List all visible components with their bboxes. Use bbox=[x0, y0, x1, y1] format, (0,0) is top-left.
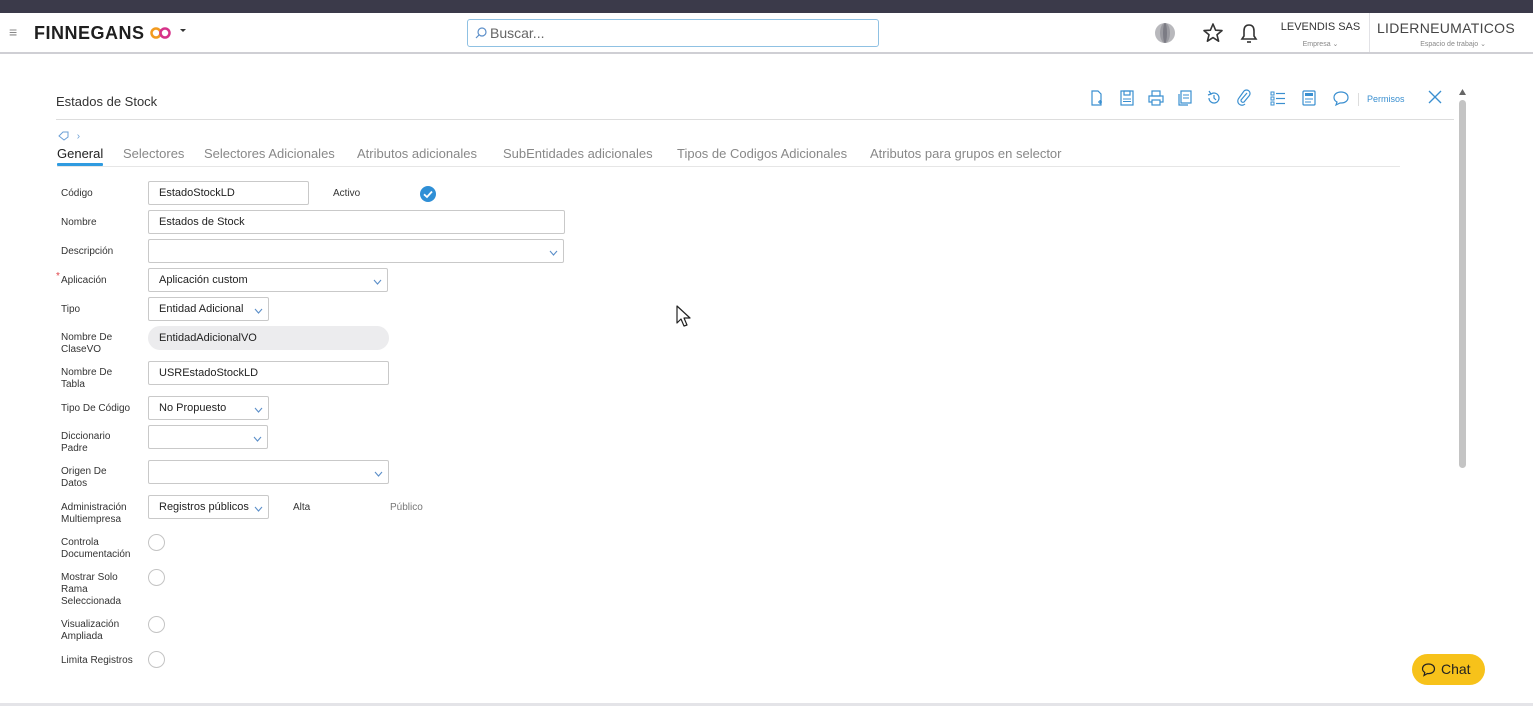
workspace-name: LIDERNEUMATICOS bbox=[1376, 20, 1516, 36]
origen-datos-select[interactable] bbox=[148, 460, 389, 484]
tipo-select[interactable]: Entidad Adicional bbox=[148, 297, 269, 321]
origen-datos-label: Origen De Datos bbox=[61, 466, 107, 489]
controla-documentacion-checkbox[interactable] bbox=[148, 534, 165, 551]
tab-selectores[interactable]: Selectores bbox=[123, 146, 184, 161]
tipo-label: Tipo bbox=[61, 304, 81, 315]
chevron-down-icon bbox=[373, 279, 382, 285]
chat-label: Chat bbox=[1441, 661, 1471, 677]
save-icon[interactable] bbox=[1118, 89, 1136, 107]
aplicacion-select[interactable]: Aplicación custom bbox=[148, 268, 388, 292]
mostrar-solo-rama-label: Mostrar Solo Rama Seleccionada bbox=[61, 572, 122, 607]
descripcion-label: Descripción bbox=[61, 246, 114, 257]
attachment-icon[interactable] bbox=[1235, 89, 1253, 107]
star-icon[interactable] bbox=[1201, 21, 1225, 45]
menu-icon[interactable]: ≡ bbox=[9, 24, 17, 40]
tab-atributos-adicionales[interactable]: Atributos adicionales bbox=[357, 146, 477, 161]
tipo-codigo-select[interactable]: No Propuesto bbox=[148, 396, 269, 420]
aplicacion-label: Aplicación bbox=[61, 275, 107, 286]
administracion-label: Administración Multiempresa bbox=[61, 502, 127, 525]
diccionario-padre-select[interactable] bbox=[148, 425, 268, 449]
tipo-codigo-value: No Propuesto bbox=[159, 402, 227, 414]
notes-icon[interactable] bbox=[1300, 89, 1318, 107]
visualizacion-ampliada-checkbox[interactable] bbox=[148, 616, 165, 633]
global-search[interactable] bbox=[467, 19, 879, 47]
top-window-strip bbox=[0, 0, 1533, 13]
scroll-up-arrow-icon[interactable] bbox=[1458, 88, 1467, 96]
nombre-label: Nombre bbox=[61, 217, 97, 228]
mouse-cursor-icon bbox=[676, 305, 691, 327]
tab-atributos-grupos-selector[interactable]: Atributos para grupos en selector bbox=[870, 146, 1062, 161]
chevron-down-icon bbox=[549, 250, 558, 256]
chevron-down-icon[interactable] bbox=[178, 25, 188, 35]
app-header: ≡ FINNEGANS LEVENDIS SAS Empresa ⌄ LIDER… bbox=[0, 13, 1533, 54]
breadcrumb: › bbox=[57, 131, 80, 142]
limita-registros-label: Limita Registros bbox=[61, 655, 133, 666]
tab-selectores-adicionales[interactable]: Selectores Adicionales bbox=[204, 146, 335, 161]
new-document-icon[interactable] bbox=[1088, 89, 1106, 107]
assistant-orb-icon[interactable] bbox=[1153, 21, 1177, 45]
nombre-tabla-label: Nombre De Tabla bbox=[61, 367, 113, 390]
page-title: Estados de Stock bbox=[56, 94, 158, 109]
codigo-field[interactable]: EstadoStockLD bbox=[148, 181, 309, 205]
print-icon[interactable] bbox=[1147, 89, 1165, 107]
codigo-label: Código bbox=[61, 188, 93, 199]
logo-mark-icon bbox=[150, 27, 171, 39]
chevron-down-icon bbox=[254, 308, 263, 314]
breadcrumb-chevron-icon: › bbox=[76, 131, 81, 142]
company-name: LEVENDIS SAS bbox=[1280, 21, 1361, 33]
checklist-icon[interactable] bbox=[1269, 89, 1287, 107]
vertical-scrollbar[interactable] bbox=[1458, 88, 1467, 702]
nombre-tabla-field[interactable]: USREstadoStockLD bbox=[148, 361, 389, 385]
bell-icon[interactable] bbox=[1237, 21, 1261, 45]
administracion-select[interactable]: Registros públicos bbox=[148, 495, 269, 519]
tab-general[interactable]: General bbox=[57, 146, 104, 166]
tipo-value: Entidad Adicional bbox=[159, 303, 244, 315]
company-selector[interactable]: LEVENDIS SAS Empresa ⌄ bbox=[1272, 13, 1370, 52]
controla-documentacion-label: Controla Documentación bbox=[61, 537, 131, 560]
chat-button[interactable]: Chat bbox=[1412, 654, 1485, 685]
search-icon bbox=[475, 27, 487, 39]
publico-label: Público bbox=[390, 502, 423, 513]
administracion-value: Registros públicos bbox=[159, 501, 249, 513]
copy-icon[interactable] bbox=[1176, 89, 1194, 107]
form-tabs: General Selectores Selectores Adicionale… bbox=[57, 146, 1400, 167]
aplicacion-value: Aplicación custom bbox=[159, 274, 248, 286]
app-logo[interactable]: FINNEGANS bbox=[34, 23, 145, 44]
nombre-field[interactable]: Estados de Stock bbox=[148, 210, 565, 234]
chat-bubble-icon bbox=[1421, 663, 1436, 677]
tab-subentidades-adicionales[interactable]: SubEntidades adicionales bbox=[503, 146, 653, 161]
workspace-label: Espacio de trabajo ⌄ bbox=[1420, 41, 1486, 48]
diccionario-padre-label: Diccionario Padre bbox=[61, 431, 111, 454]
chevron-down-icon bbox=[253, 436, 262, 442]
tipo-codigo-label: Tipo De Código bbox=[61, 403, 131, 414]
activo-checkbox[interactable] bbox=[420, 186, 436, 202]
required-marker: * bbox=[56, 271, 60, 282]
scroll-thumb[interactable] bbox=[1459, 100, 1466, 468]
permissions-link[interactable]: Permisos bbox=[1358, 93, 1405, 106]
tab-tipos-codigos-adicionales[interactable]: Tipos de Codigos Adicionales bbox=[677, 146, 847, 161]
alta-label: Alta bbox=[293, 502, 311, 513]
descripcion-select[interactable] bbox=[148, 239, 564, 263]
workspace-selector[interactable]: LIDERNEUMATICOS Espacio de trabajo ⌄ bbox=[1372, 13, 1520, 52]
visualizacion-ampliada-label: Visualización Ampliada bbox=[61, 619, 120, 642]
history-icon[interactable] bbox=[1205, 89, 1223, 107]
tag-icon[interactable] bbox=[57, 131, 71, 141]
comment-icon[interactable] bbox=[1332, 89, 1350, 107]
title-divider bbox=[56, 119, 1454, 120]
company-label: Empresa ⌄ bbox=[1302, 41, 1339, 48]
chevron-down-icon bbox=[254, 506, 263, 512]
chevron-down-icon bbox=[374, 471, 383, 477]
mostrar-solo-rama-checkbox[interactable] bbox=[148, 569, 165, 586]
activo-label: Activo bbox=[333, 188, 361, 199]
nombre-clasevo-label: Nombre De ClaseVO bbox=[61, 332, 113, 355]
chevron-down-icon bbox=[254, 407, 263, 413]
limita-registros-checkbox[interactable] bbox=[148, 651, 165, 668]
nombre-clasevo-field: EntidadAdicionalVO bbox=[148, 326, 389, 350]
search-input[interactable] bbox=[490, 23, 870, 43]
close-icon[interactable] bbox=[1427, 89, 1443, 105]
